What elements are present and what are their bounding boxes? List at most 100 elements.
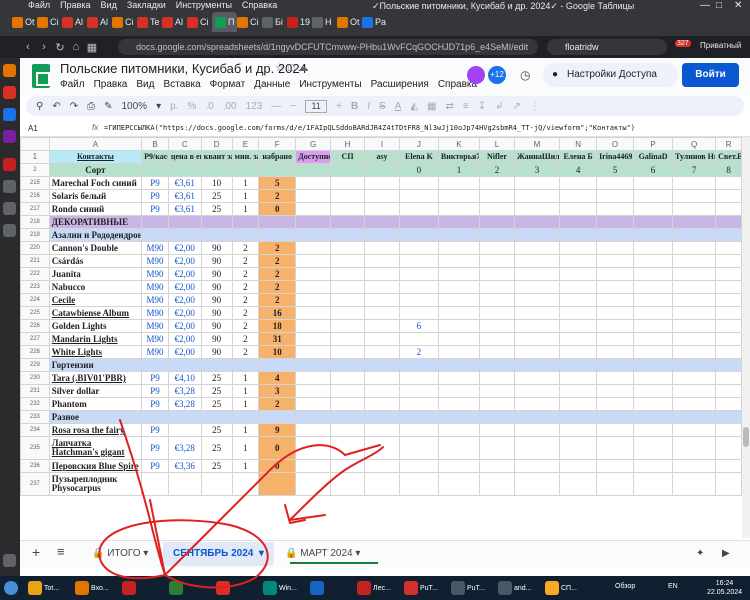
cell[interactable]: 90 (200, 254, 233, 268)
browser-menu-item[interactable]: Инструменты (176, 0, 232, 12)
cell[interactable]: 2 (231, 332, 260, 346)
taskbar-item[interactable]: СП... (545, 579, 577, 597)
cell[interactable] (633, 176, 674, 190)
cell[interactable]: 2 (231, 254, 260, 268)
cell[interactable] (231, 228, 260, 242)
header-cell[interactable]: 1 (437, 163, 481, 177)
cell[interactable] (672, 202, 717, 216)
cell[interactable] (364, 384, 400, 398)
column-header[interactable]: R (715, 137, 742, 151)
cell[interactable]: 2 (258, 397, 297, 411)
cell[interactable]: 2 (258, 254, 297, 268)
cell[interactable]: 16 (258, 306, 297, 320)
cell[interactable] (330, 202, 365, 216)
cell[interactable] (398, 459, 439, 473)
cell[interactable] (479, 472, 515, 496)
column-header[interactable]: D (200, 137, 233, 151)
cell[interactable]: Пузыреплодник Physocarpus (48, 472, 143, 496)
cell[interactable] (513, 241, 561, 255)
cell[interactable] (715, 410, 742, 424)
row-number[interactable]: 222 (20, 267, 50, 281)
cell[interactable] (437, 345, 481, 359)
cell[interactable] (672, 293, 717, 307)
downloads-icon[interactable] (3, 130, 16, 143)
cell[interactable] (715, 215, 742, 229)
header-cell[interactable]: 5 (596, 163, 635, 177)
column-header[interactable]: Q (672, 137, 717, 151)
taskbar-item[interactable]: and... (498, 579, 532, 597)
column-header[interactable]: N (559, 137, 598, 151)
cell[interactable] (330, 459, 365, 473)
cell[interactable] (295, 202, 332, 216)
cell[interactable] (633, 306, 674, 320)
header-cell[interactable]: мин. заказ (231, 150, 260, 164)
cell[interactable] (200, 358, 233, 372)
cell[interactable]: 1 (231, 202, 260, 216)
more-icon[interactable]: ⋮ (530, 101, 540, 112)
search-menus-icon[interactable]: ⚲ (36, 101, 43, 112)
cell[interactable] (596, 319, 635, 333)
fill-color-icon[interactable]: ◭ (410, 101, 418, 112)
cell[interactable] (633, 241, 674, 255)
cell[interactable] (258, 228, 297, 242)
header-cell[interactable]: Тулинов Николай (672, 150, 717, 164)
cell[interactable] (633, 332, 674, 346)
cell[interactable]: 90 (200, 332, 233, 346)
cell[interactable]: 2 (231, 241, 260, 255)
cell[interactable] (513, 306, 561, 320)
cell[interactable] (513, 345, 561, 359)
cell[interactable] (167, 228, 202, 242)
cell[interactable] (437, 384, 481, 398)
header-cell[interactable]: Елена Б (559, 150, 598, 164)
cell[interactable]: 2 (258, 280, 297, 294)
close-icon[interactable]: ✕ (734, 0, 742, 11)
menu-2[interactable]: Правка (94, 79, 128, 90)
cell[interactable] (364, 189, 400, 203)
header-cell[interactable]: 6 (633, 163, 674, 177)
cell[interactable] (559, 202, 598, 216)
document-title[interactable]: Польские питомники, Кусибаб и др. 2024 (60, 61, 307, 76)
cell[interactable] (330, 189, 365, 203)
browser-tab[interactable]: П (212, 12, 238, 32)
translate-icon[interactable] (3, 224, 16, 237)
url-field[interactable]: docs.google.com/spreadsheets/d/1ngyvDCFU… (118, 39, 538, 55)
cell[interactable] (437, 371, 481, 385)
cell[interactable] (479, 228, 515, 242)
cell[interactable]: M90 (141, 241, 169, 255)
column-header[interactable]: G (295, 137, 332, 151)
cell[interactable]: 25 (200, 202, 233, 216)
cell[interactable]: 2 (258, 267, 297, 281)
cell[interactable]: Cannon's Double (48, 241, 143, 255)
cell[interactable]: Гортензии (48, 358, 143, 372)
cell[interactable]: 2 (231, 345, 260, 359)
cell[interactable] (559, 306, 598, 320)
cell[interactable] (672, 215, 717, 229)
cell[interactable]: M90 (141, 280, 169, 294)
cell[interactable] (141, 358, 169, 372)
cell[interactable]: P9 (141, 436, 169, 460)
cell[interactable] (633, 397, 674, 411)
cell[interactable] (364, 410, 400, 424)
cell[interactable] (715, 280, 742, 294)
cell[interactable]: 1 (231, 176, 260, 190)
cell[interactable] (364, 202, 400, 216)
cell[interactable] (364, 436, 400, 460)
row-number[interactable]: 234 (20, 423, 50, 437)
cell[interactable] (559, 254, 598, 268)
cell[interactable]: 25 (200, 436, 233, 460)
cell[interactable]: 1 (231, 384, 260, 398)
cell[interactable]: Nabucco (48, 280, 143, 294)
column-header[interactable]: A (48, 137, 143, 151)
cell[interactable]: 1 (231, 397, 260, 411)
cell[interactable] (364, 267, 400, 281)
cell[interactable] (295, 472, 332, 496)
browser-menu-item[interactable]: Вид (101, 0, 117, 12)
cell[interactable] (559, 319, 598, 333)
cell[interactable] (715, 176, 742, 190)
cell[interactable] (559, 384, 598, 398)
cell[interactable] (559, 228, 598, 242)
cell[interactable] (513, 384, 561, 398)
cell[interactable]: Phantom (48, 397, 143, 411)
cell[interactable]: 0 (258, 436, 297, 460)
sheets-logo-icon[interactable] (32, 64, 50, 88)
